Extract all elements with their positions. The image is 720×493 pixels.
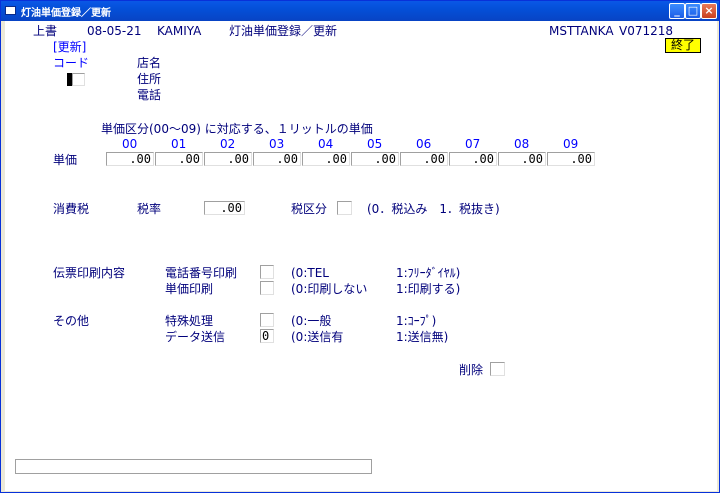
window-title: 灯油単価登録／更新 <box>21 8 111 19</box>
price-code-07: 07 <box>465 137 481 151</box>
price-input-01[interactable]: .00 <box>155 152 203 166</box>
unit-price-row-label: 単価 <box>53 153 78 167</box>
version-text: V071218 <box>619 24 674 38</box>
price-code-09: 09 <box>563 137 579 151</box>
price-input-03[interactable]: .00 <box>253 152 301 166</box>
price-code-00: 00 <box>122 137 138 151</box>
program-id: MSTTANKA <box>549 24 614 38</box>
mode-label: 上書 <box>33 24 58 38</box>
special-process-label: 特殊処理 <box>165 314 214 328</box>
phone-label: 電話 <box>137 88 162 102</box>
minimize-button[interactable]: _ <box>669 3 685 19</box>
code-input[interactable] <box>72 73 85 86</box>
data-send-hint-1: 1:送信無) <box>396 330 449 344</box>
phone-print-hint-1: 1:ﾌﾘｰﾀﾞｲﾔﾙ) <box>396 266 461 280</box>
slip-print-label: 伝票印刷内容 <box>53 266 126 280</box>
price-code-02: 02 <box>220 137 236 151</box>
special-process-input[interactable] <box>260 313 274 327</box>
code-label: コード <box>53 56 90 70</box>
exit-button[interactable]: 終了 <box>665 38 701 53</box>
close-icon: × <box>704 4 714 17</box>
form-area: 上書 08-05-21 KAMIYA 灯油単価登録／更新 MSTTANKA V0… <box>5 21 717 491</box>
title-bar[interactable]: 灯油単価登録／更新 _ □ × <box>1 1 719 21</box>
price-input-07[interactable]: .00 <box>449 152 497 166</box>
price-code-06: 06 <box>416 137 432 151</box>
tax-type-input[interactable] <box>337 201 352 215</box>
price-code-08: 08 <box>514 137 530 151</box>
price-print-hint-0: (0:印刷しない <box>291 282 368 296</box>
special-process-hint-0: (0:一般 <box>291 314 332 328</box>
minimize-icon: _ <box>674 4 680 17</box>
price-print-hint-1: 1:印刷する) <box>396 282 461 296</box>
tax-label: 消費税 <box>53 202 90 216</box>
tax-type-label: 税区分 <box>291 202 328 216</box>
maximize-button[interactable]: □ <box>685 3 701 19</box>
phone-print-label: 電話番号印刷 <box>165 266 238 280</box>
data-send-hint-0: (0:送信有 <box>291 330 344 344</box>
special-process-hint-1: 1:ｺｰﾌﾟ) <box>396 314 437 328</box>
price-input-00[interactable]: .00 <box>106 152 154 166</box>
price-input-09[interactable]: .00 <box>547 152 595 166</box>
store-name-label: 店名 <box>137 56 162 70</box>
phone-print-input[interactable] <box>260 265 274 279</box>
price-print-label: 単価印刷 <box>165 282 214 296</box>
other-label: その他 <box>53 314 90 328</box>
price-input-06[interactable]: .00 <box>400 152 448 166</box>
tax-type-hint: (0．税込み 1．税抜き) <box>367 202 500 216</box>
tax-rate-label: 税率 <box>137 202 162 216</box>
data-send-input[interactable]: 0 <box>260 329 274 343</box>
delete-input[interactable] <box>490 362 505 376</box>
price-code-04: 04 <box>318 137 334 151</box>
user-name: KAMIYA <box>157 24 202 38</box>
price-input-05[interactable]: .00 <box>351 152 399 166</box>
price-print-input[interactable] <box>260 281 274 295</box>
address-label: 住所 <box>137 72 162 86</box>
unit-price-heading: 単価区分(00～09) に対応する、１リットルの単価 <box>101 122 373 136</box>
price-code-03: 03 <box>269 137 285 151</box>
tax-rate-input[interactable]: .00 <box>204 201 245 215</box>
maximize-icon: □ <box>687 4 699 17</box>
price-input-04[interactable]: .00 <box>302 152 350 166</box>
section-label: [更新] <box>53 40 87 54</box>
data-send-label: データ送信 <box>165 330 226 344</box>
status-bar <box>15 459 372 474</box>
app-window: 灯油単価登録／更新 _ □ × 上書 08-05-21 KAMIYA 灯油単価登… <box>0 0 720 493</box>
price-code-05: 05 <box>367 137 383 151</box>
date-text: 08-05-21 <box>87 24 142 38</box>
app-icon <box>5 6 16 15</box>
delete-label: 削除 <box>459 363 484 377</box>
close-button[interactable]: × <box>701 3 717 19</box>
price-input-02[interactable]: .00 <box>204 152 252 166</box>
screen-title: 灯油単価登録／更新 <box>229 24 338 38</box>
phone-print-hint-0: (0:TEL <box>291 266 329 280</box>
price-code-01: 01 <box>171 137 187 151</box>
price-input-08[interactable]: .00 <box>498 152 546 166</box>
